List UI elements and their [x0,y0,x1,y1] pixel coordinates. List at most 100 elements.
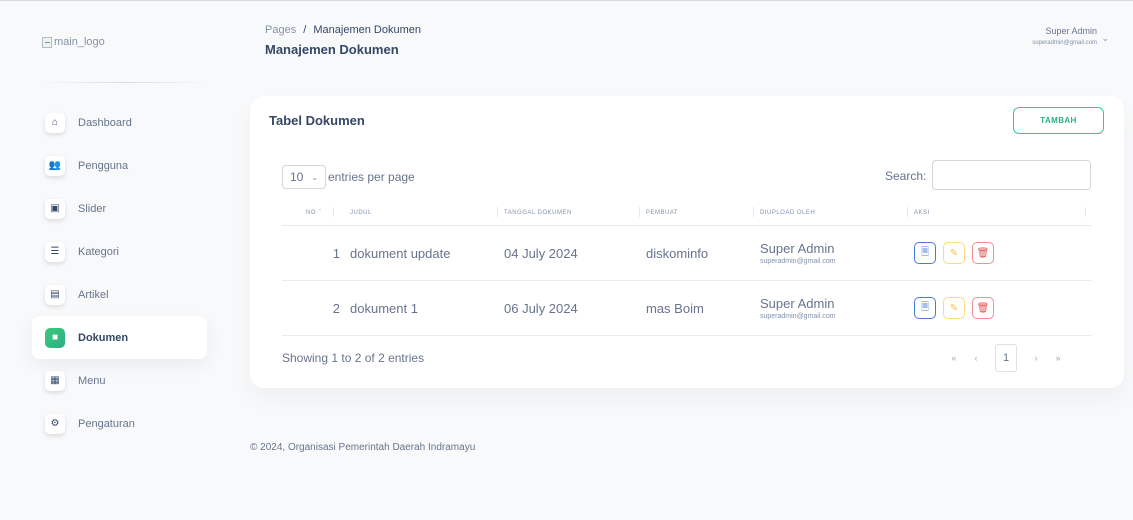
logo-alt-text: main_logo [54,36,105,48]
main-logo[interactable]: main_logo [42,36,105,48]
column-divider [907,207,908,217]
column-divider [1085,207,1086,217]
user-email: superadmin@gmail.com [1032,40,1097,46]
column-divider [497,207,498,217]
table-body: 1 dokument update 04 July 2024 diskominfo Su… [282,226,1092,336]
pagination-next[interactable]: › [1025,344,1047,372]
newspaper-icon: ▤ [45,284,65,305]
cell-no: 2 [332,300,340,316]
page-title: Manajemen Dokumen [265,42,399,57]
entries-label: entries per page [328,170,415,184]
cell-judul: dokument update [350,245,451,261]
delete-document-button[interactable]: 🗑 [972,297,994,319]
sidebar-item-slider[interactable]: ▣ Slider [32,187,207,230]
cell-pembuat: diskominfo [646,245,709,261]
view-document-button[interactable]: 🗏 [914,297,936,319]
cell-tanggal: 04 July 2024 [504,245,578,261]
sidebar-item-pengguna[interactable]: 👥 Pengguna [32,144,207,187]
pencil-icon: ✎ [949,247,959,259]
pencil-icon: ✎ [949,302,959,314]
card-title: Tabel Dokumen [269,113,365,128]
file-icon: 🗏 [920,246,930,258]
sidebar: main_logo ⌂ Dashboard 👥 Pengguna ▣ Slider ☰ Kat… [0,0,215,520]
table-row: 2 dokument 1 06 July 2024 mas Boim Super Adm… [282,281,1092,336]
breadcrumb-current: Manajemen Dokumen [313,24,422,36]
edit-document-button[interactable]: ✎ [943,242,965,264]
footer-copyright: © 2024, Organisasi Pemerintah Daerah Ind… [250,442,476,453]
delete-document-button[interactable]: 🗑 [972,242,994,264]
cell-diupload: Super Admin superadmin@gmail.com [760,226,914,280]
entries-select[interactable]: 10 ⌄ [282,165,326,189]
breadcrumb-pages[interactable]: Pages [265,24,296,36]
table-header: NO ˆ JUDUL TANGGAL DOKUMEN PEMBUAT DIUPLO… [282,200,1092,226]
column-divider [753,207,754,217]
column-header-aksi[interactable]: AKSI [914,200,1092,225]
breadcrumb: Pages / Manajemen Dokumen [265,24,421,36]
chevron-down-icon[interactable]: ⌄ [1101,33,1109,44]
column-header-tanggal[interactable]: TANGGAL DOKUMEN [504,200,646,225]
sidebar-divider [40,82,210,83]
menu-icon: ▦ [45,370,65,391]
document-icon: ■ [45,327,65,348]
documents-card: Tabel Dokumen TAMBAH 10 ⌄ entries per pa… [250,96,1124,388]
cell-judul: dokument 1 [350,300,418,316]
cell-diupload: Super Admin superadmin@gmail.com [760,281,914,335]
cell-no: 1 [332,245,340,261]
uploader-name: Super Admin [760,241,835,256]
sidebar-item-label: Menu [78,374,106,387]
breadcrumb-separator: / [303,24,307,36]
users-icon: 👥 [45,155,65,176]
cell-aksi: 🗏 ✎ 🗑 [914,281,1092,335]
cell-pembuat: mas Boim [646,300,704,316]
documents-table: NO ˆ JUDUL TANGGAL DOKUMEN PEMBUAT DIUPLO… [282,200,1092,336]
image-icon: ▣ [45,198,65,219]
sidebar-nav: ⌂ Dashboard 👥 Pengguna ▣ Slider ☰ Kategori ▤ Arti… [32,101,207,445]
home-icon: ⌂ [45,112,65,133]
chevron-down-icon: ⌄ [311,172,319,182]
uploader-email: superadmin@gmail.com [760,313,836,320]
sidebar-item-dokumen[interactable]: ■ Dokumen [32,316,207,359]
table-info: Showing 1 to 2 of 2 entries [282,351,425,365]
sidebar-item-label: Pengguna [78,159,129,172]
sidebar-item-label: Dashboard [78,116,132,129]
trash-icon: 🗑 [976,247,990,259]
pagination-page-1[interactable]: 1 [995,344,1017,372]
uploader-email: superadmin@gmail.com [760,258,836,265]
sidebar-item-label: Artikel [78,288,109,301]
pagination-prev[interactable]: ‹ [965,344,987,372]
view-document-button[interactable]: 🗏 [914,242,936,264]
pagination: « ‹ 1 › » [943,344,1069,372]
broken-image-icon [42,36,52,48]
file-icon: 🗏 [920,301,930,313]
sidebar-item-pengaturan[interactable]: ⚙ Pengaturan [32,402,207,445]
search-label: Search: [885,169,927,183]
column-header-diupload[interactable]: DIUPLOAD OLEH [760,200,914,225]
entries-per-page: 10 ⌄ entries per page [282,165,415,189]
pagination-last[interactable]: » [1047,344,1069,372]
list-icon: ☰ [45,241,65,262]
trash-icon: 🗑 [976,302,990,314]
uploader-name: Super Admin [760,296,835,311]
cell-aksi: 🗏 ✎ 🗑 [914,226,1092,280]
sidebar-item-kategori[interactable]: ☰ Kategori [32,230,207,273]
column-header-no[interactable]: NO ˆ [282,200,340,225]
edit-document-button[interactable]: ✎ [943,297,965,319]
column-header-pembuat[interactable]: PEMBUAT [646,200,760,225]
sidebar-item-artikel[interactable]: ▤ Artikel [32,273,207,316]
entries-value: 10 [290,170,304,184]
sidebar-item-label: Kategori [78,245,119,258]
search-input[interactable] [932,160,1091,190]
user-menu[interactable]: Super Admin superadmin@gmail.com [1032,26,1097,46]
sidebar-item-label: Dokumen [78,331,129,344]
user-name: Super Admin [1045,26,1097,36]
column-divider [333,207,334,217]
table-row: 1 dokument update 04 July 2024 diskominfo Su… [282,226,1092,281]
pagination-first[interactable]: « [943,344,965,372]
add-document-button[interactable]: TAMBAH [1013,107,1104,134]
column-header-judul[interactable]: JUDUL [340,200,504,225]
sidebar-item-dashboard[interactable]: ⌂ Dashboard [32,101,207,144]
sidebar-item-label: Pengaturan [78,417,135,430]
sidebar-item-menu[interactable]: ▦ Menu [32,359,207,402]
cell-tanggal: 06 July 2024 [504,300,578,316]
sort-asc-icon: ˆ [319,209,322,216]
